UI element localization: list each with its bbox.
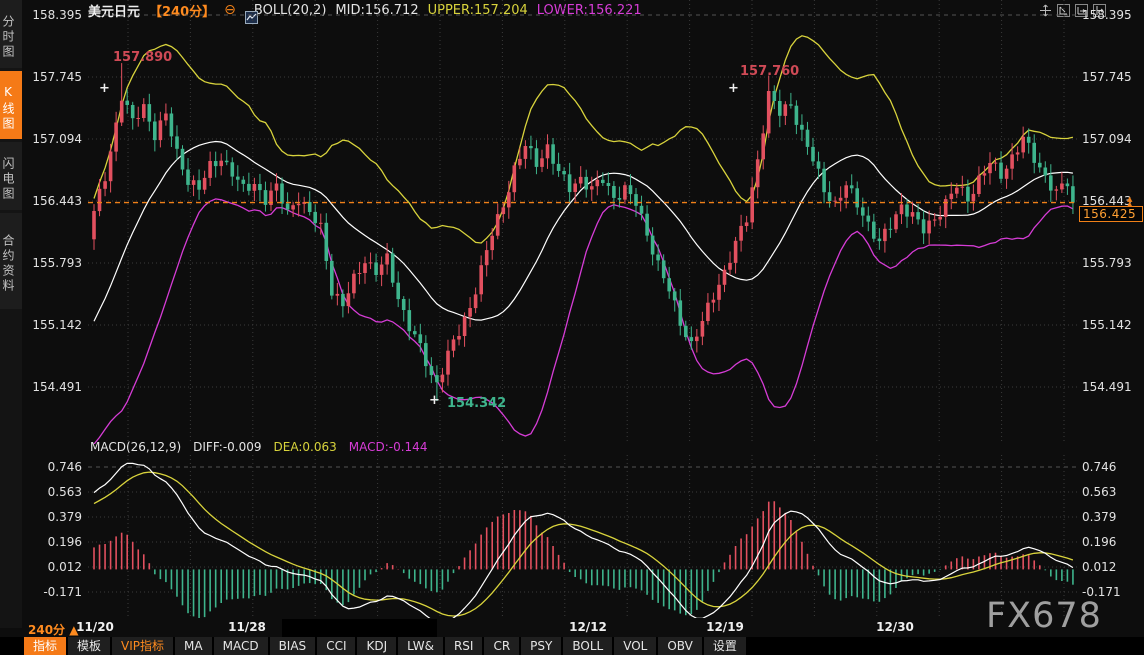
axis-tick: 157.094	[1082, 131, 1140, 147]
indicator-tab-BOLL[interactable]: BOLL	[563, 637, 612, 655]
sidebar-item-active[interactable]: K线图	[0, 71, 22, 139]
axis-tick: 154.491	[24, 379, 82, 395]
price-annotation: 157.890	[113, 50, 172, 65]
indicator-tab-MA[interactable]: MA	[175, 637, 212, 655]
sidebar-item-tab[interactable]: 闪电图	[0, 142, 22, 210]
macd-indicator-chart[interactable]	[88, 455, 1078, 618]
indicator-toolbar: 指标模板VIP指标MAMACDBIASCCIKDJLW&RSICRPSYBOLL…	[0, 637, 1144, 655]
watermark: FX678	[986, 596, 1102, 636]
indicator-tab-VOL[interactable]: VOL	[614, 637, 656, 655]
indicator-tab-RSI[interactable]: RSI	[445, 637, 483, 655]
sidebar-item-tab[interactable]: 合约资料	[0, 213, 22, 309]
macd-dea-value: DEA:0.063	[274, 440, 337, 454]
axis-tick: 0.012	[24, 559, 82, 575]
crosshair-mark: +	[728, 81, 739, 96]
crosshair-mark: +	[99, 81, 110, 96]
axis-tick: 156.443	[24, 193, 82, 209]
axis-tick: 158.395	[24, 7, 82, 23]
indicator-tab-OBV[interactable]: OBV	[658, 637, 702, 655]
axis-tick: 155.793	[24, 255, 82, 271]
axis-tick: 0.196	[24, 534, 82, 550]
macd-macd-value: MACD:-0.144	[349, 440, 428, 454]
candlestick-chart[interactable]	[88, 0, 1078, 444]
price-annotation: 154.342	[447, 396, 506, 411]
macd-diff-value: DIFF:-0.009	[193, 440, 261, 454]
current-price-badge: 156.425	[1079, 206, 1143, 222]
date-label: 11/28	[228, 620, 266, 634]
axis-tick: 157.094	[24, 131, 82, 147]
indicator-tab-BIAS[interactable]: BIAS	[270, 637, 316, 655]
axis-tick: 154.491	[1082, 379, 1140, 395]
redacted-box	[282, 619, 437, 637]
axis-tick: 0.196	[1082, 534, 1140, 550]
axis-tick: 0.746	[24, 459, 82, 475]
axis-tick: 0.012	[1082, 559, 1140, 575]
axis-tick: 0.563	[1082, 484, 1140, 500]
axis-tick: 158.395	[1082, 7, 1140, 23]
axis-tick: 0.563	[24, 484, 82, 500]
chart-type-sidebar: 分时图 K线图闪电图合约资料	[0, 0, 22, 628]
scroll-latest-icon[interactable]: ▲▲	[1127, 197, 1132, 207]
indicator-tab-CR[interactable]: CR	[484, 637, 519, 655]
axis-tick: 157.745	[24, 69, 82, 85]
axis-tick: 155.793	[1082, 255, 1140, 271]
date-label: 11/20	[76, 620, 114, 634]
axis-tick: -0.171	[24, 584, 82, 600]
crosshair-mark: +	[429, 393, 440, 408]
indicator-tab-MACD[interactable]: MACD	[214, 637, 268, 655]
macd-title: MACD(26,12,9)	[90, 440, 181, 454]
sidebar-item-tab[interactable]: 分时图	[0, 0, 22, 68]
axis-tick: 157.745	[1082, 69, 1140, 85]
axis-tick: 0.746	[1082, 459, 1140, 475]
macd-legend: MACD(26,12,9) DIFF:-0.009 DEA:0.063 MACD…	[90, 440, 427, 454]
indicator-tab-设置[interactable]: 设置	[704, 637, 746, 655]
axis-tick: 0.379	[1082, 509, 1140, 525]
indicator-tab-模板[interactable]: 模板	[68, 637, 110, 655]
indicator-tab-CCI[interactable]: CCI	[317, 637, 355, 655]
indicator-tab-PSY[interactable]: PSY	[521, 637, 561, 655]
price-annotation: 157.760	[740, 64, 799, 79]
indicator-tab-指标[interactable]: 指标	[24, 637, 66, 655]
timeframe-label[interactable]: 240分 ▲	[28, 621, 78, 638]
date-label: 12/30	[876, 620, 914, 634]
date-label: 12/19	[706, 620, 744, 634]
date-label: 12/12	[569, 620, 607, 634]
indicator-tab-KDJ[interactable]: KDJ	[357, 637, 396, 655]
axis-tick: 0.379	[24, 509, 82, 525]
axis-tick: 155.142	[1082, 317, 1140, 333]
indicator-tab-VIP指标[interactable]: VIP指标	[112, 637, 173, 655]
indicator-tab-LW&[interactable]: LW&	[398, 637, 443, 655]
axis-tick: 155.142	[24, 317, 82, 333]
